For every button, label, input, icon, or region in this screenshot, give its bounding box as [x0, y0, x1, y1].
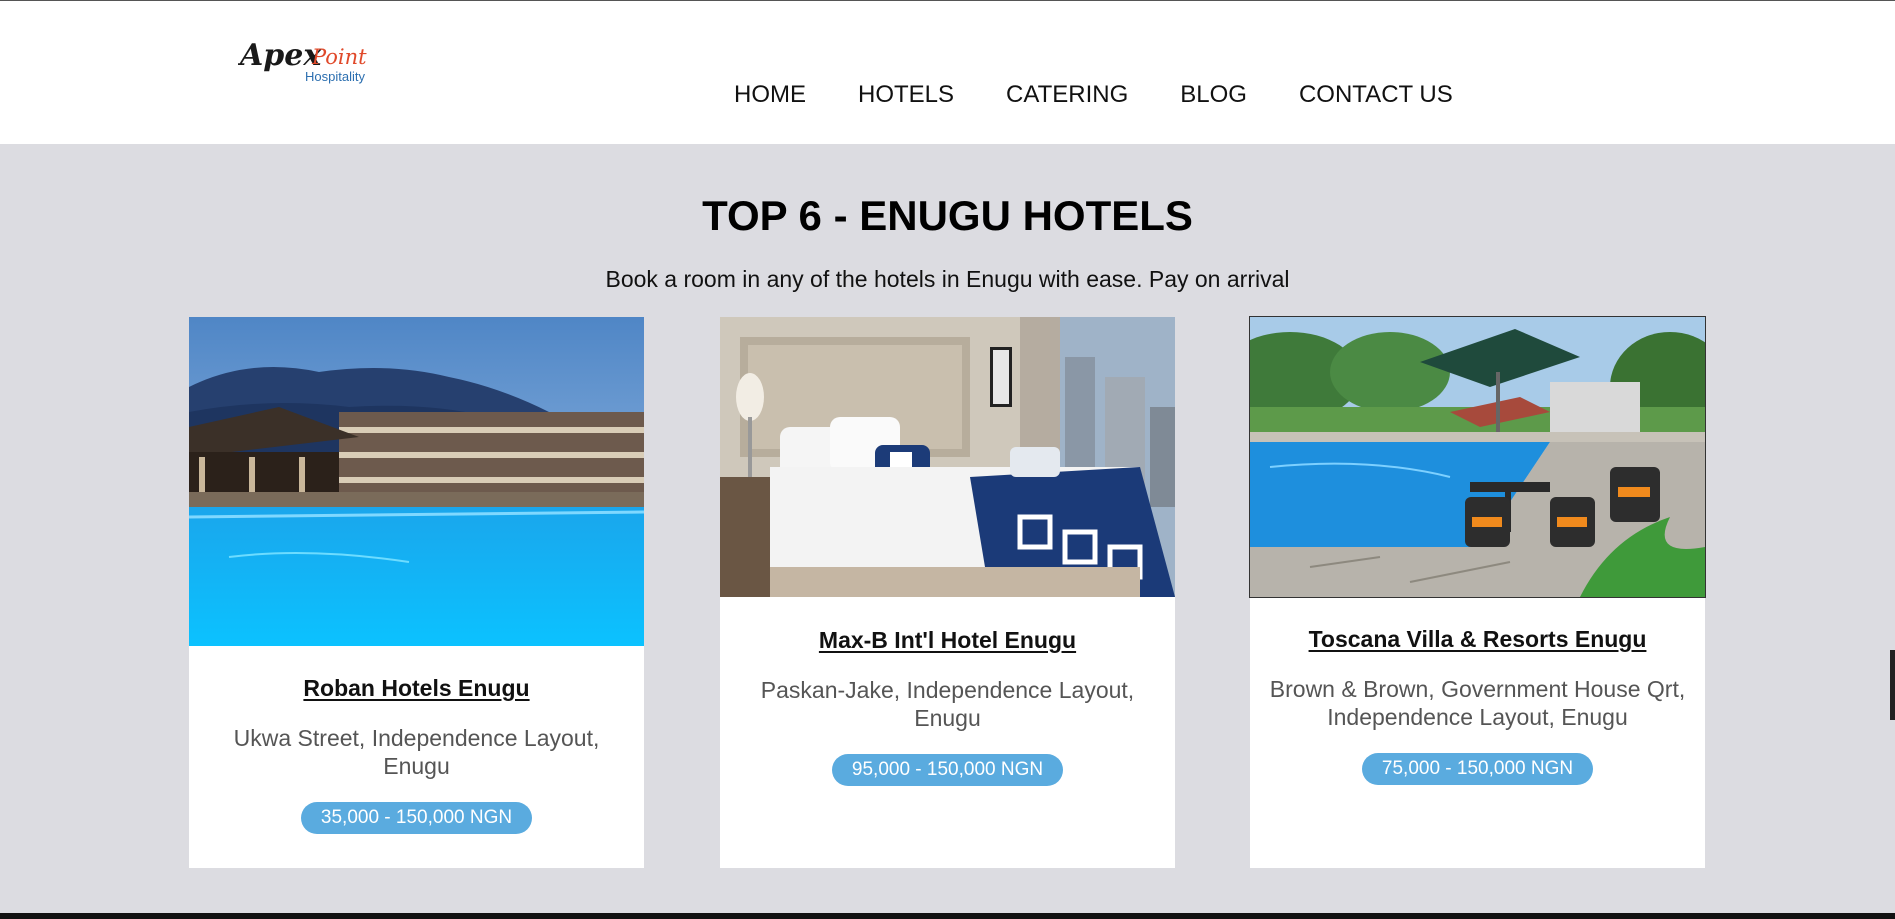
hotel-bedroom-photo[interactable]: [720, 317, 1175, 597]
poolside-patio-photo[interactable]: [1249, 316, 1706, 598]
hotel-name-link[interactable]: Roban Hotels Enugu: [189, 674, 644, 702]
hotel-card-max-b: Max-B Int'l Hotel Enugu Paskan-Jake, Ind…: [720, 317, 1175, 868]
hotel-name-link[interactable]: Max-B Int'l Hotel Enugu: [720, 626, 1175, 654]
logo-accent-text: Point: [311, 45, 367, 69]
site-header: Apex Point Hospitality HOME HOTELS CATER…: [0, 1, 1895, 144]
nav-hotels[interactable]: HOTELS: [858, 81, 954, 109]
hotel-address: Ukwa Street, Independence Layout, Enugu: [233, 725, 600, 779]
hotel-card-body: Toscana Villa & Resorts Enugu Brown & Br…: [1250, 625, 1705, 785]
logo-sub-text: Hospitality: [305, 69, 365, 84]
page-subtitle: Book a room in any of the hotels in Enug…: [605, 266, 1290, 292]
price-badge: 35,000 - 150,000 NGN: [300, 802, 533, 834]
hotel-address: Brown & Brown, Government House Qrt, Ind…: [1269, 676, 1686, 730]
hotel-card-body: Roban Hotels Enugu Ukwa Street, Independ…: [189, 674, 644, 834]
hotel-name-link[interactable]: Toscana Villa & Resorts Enugu: [1250, 625, 1705, 653]
hotel-card-toscana: Toscana Villa & Resorts Enugu Brown & Br…: [1249, 316, 1706, 868]
nav-catering[interactable]: CATERING: [1006, 81, 1128, 109]
hotel-card-roban: Roban Hotels Enugu Ukwa Street, Independ…: [189, 317, 644, 868]
price-badge: 75,000 - 150,000 NGN: [1361, 753, 1594, 785]
nav-contact-us[interactable]: CONTACT US: [1299, 81, 1453, 109]
hotel-address: Paskan-Jake, Independence Layout, Enugu: [760, 677, 1135, 731]
apex-point-logo[interactable]: Apex Point Hospitality: [238, 31, 388, 91]
resort-pool-photo[interactable]: [189, 317, 644, 646]
scrollbar-fragment[interactable]: [1890, 650, 1895, 720]
nav-home[interactable]: HOME: [734, 81, 806, 109]
nav-blog[interactable]: BLOG: [1180, 81, 1247, 109]
main-nav: HOME HOTELS CATERING BLOG CONTACT US: [734, 81, 1453, 109]
page-title: TOP 6 - ENUGU HOTELS: [702, 192, 1193, 239]
footer-bar: [0, 913, 1895, 919]
price-badge: 95,000 - 150,000 NGN: [831, 754, 1064, 786]
hotel-card-body: Max-B Int'l Hotel Enugu Paskan-Jake, Ind…: [720, 626, 1175, 786]
logo-script-text: Apex: [238, 38, 322, 73]
